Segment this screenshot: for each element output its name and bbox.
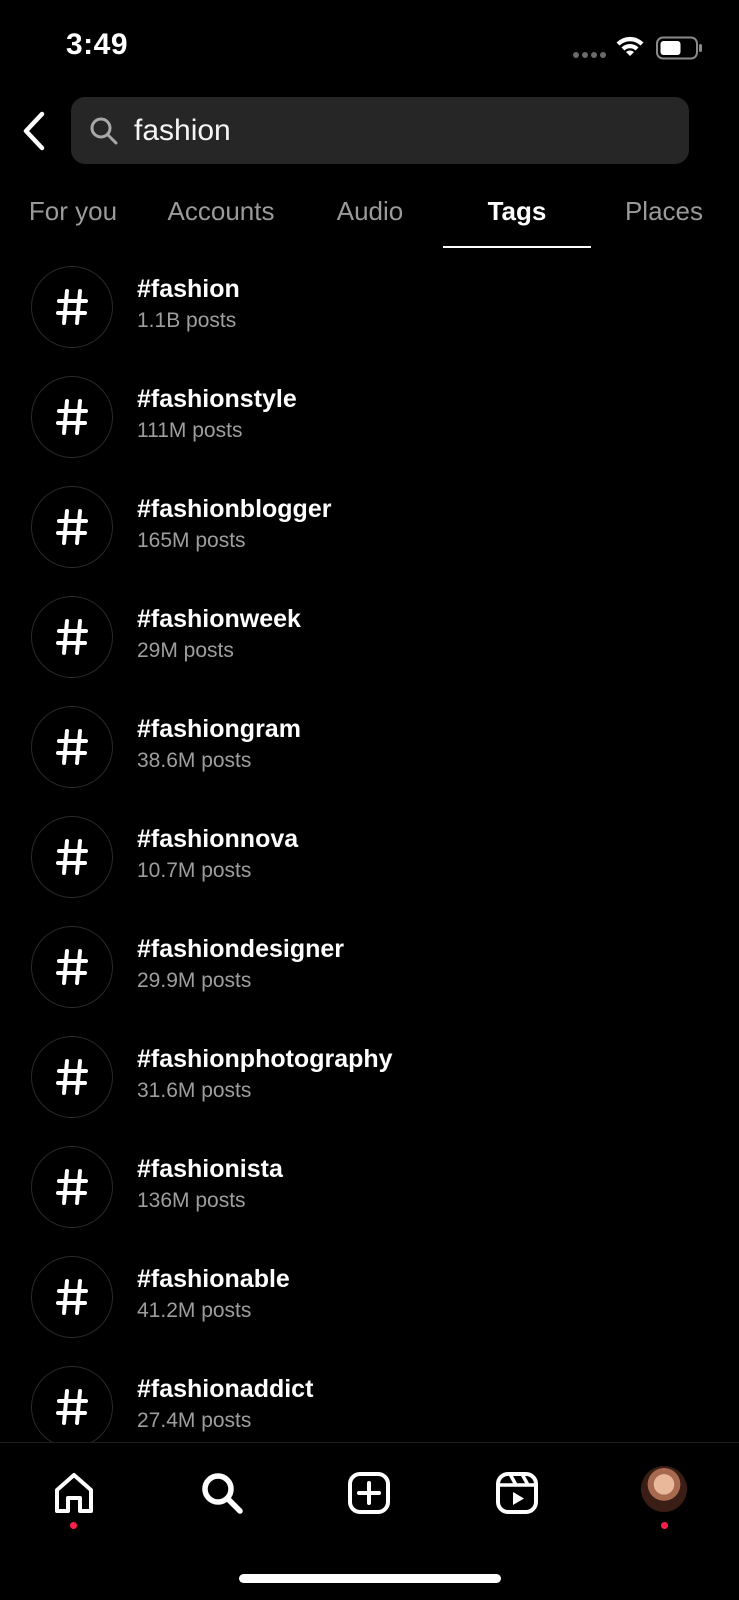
hashtag-icon <box>31 1146 113 1228</box>
hashtag-icon <box>31 1256 113 1338</box>
tag-post-count: 136M posts <box>137 1189 246 1212</box>
hashtag-icon <box>31 596 113 678</box>
tag-name: #fashionblogger <box>137 495 332 523</box>
tag-post-count: 27.4M posts <box>137 1409 252 1432</box>
tag-post-count: 165M posts <box>137 529 246 552</box>
tab-for-you[interactable]: For you <box>8 190 138 252</box>
tag-name: #fashiongram <box>137 715 301 743</box>
hashtag-icon <box>31 1036 113 1118</box>
search-screen: 3:49 fashion For you Accounts Audio Tags… <box>0 0 739 1600</box>
tag-row[interactable]: #fashiondesigner 29.9M posts <box>0 917 739 1027</box>
tag-post-count: 29.9M posts <box>137 969 252 992</box>
tab-audio[interactable]: Audio <box>310 190 430 252</box>
tag-results-list: #fashion 1.1B posts #fashionstyle 111M post… <box>0 257 739 1442</box>
hashtag-icon <box>31 376 113 458</box>
tag-name: #fashionstyle <box>137 385 297 413</box>
active-tab-indicator <box>443 246 591 248</box>
tag-name: #fashionphotography <box>137 1045 393 1073</box>
tag-row[interactable]: #fashionphotography 31.6M posts <box>0 1027 739 1137</box>
hashtag-icon <box>31 266 113 348</box>
tag-post-count: 31.6M posts <box>137 1079 252 1102</box>
hashtag-icon <box>31 926 113 1008</box>
search-tabs: For you Accounts Audio Tags Places <box>0 190 739 252</box>
tag-row[interactable]: #fashionista 136M posts <box>0 1137 739 1247</box>
tag-name: #fashion <box>137 275 240 303</box>
tag-row[interactable]: #fashionweek 29M posts <box>0 587 739 697</box>
tag-row[interactable]: #fashion 1.1B posts <box>0 257 739 367</box>
profile-notification-dot <box>661 1522 668 1529</box>
tag-post-count: 10.7M posts <box>137 859 252 882</box>
home-notification-dot <box>70 1522 77 1529</box>
tab-tags[interactable]: Tags <box>443 190 591 252</box>
tag-row[interactable]: #fashiongram 38.6M posts <box>0 697 739 807</box>
tab-places[interactable]: Places <box>604 190 724 252</box>
hashtag-icon <box>31 706 113 788</box>
tag-row[interactable]: #fashionable 41.2M posts <box>0 1247 739 1357</box>
profile-avatar[interactable] <box>641 1466 687 1512</box>
tag-post-count: 38.6M posts <box>137 749 252 772</box>
tag-post-count: 29M posts <box>137 639 234 662</box>
search-query-text: fashion <box>134 113 231 147</box>
status-time: 3:49 <box>66 28 129 61</box>
tab-accounts[interactable]: Accounts <box>151 190 291 252</box>
hashtag-icon <box>31 1366 113 1442</box>
tag-post-count: 41.2M posts <box>137 1299 252 1322</box>
hashtag-icon <box>31 816 113 898</box>
search-icon[interactable] <box>196 1467 248 1519</box>
hashtag-icon <box>31 486 113 568</box>
home-indicator[interactable] <box>239 1574 501 1583</box>
search-input[interactable]: fashion <box>71 97 689 164</box>
tag-name: #fashionista <box>137 1155 283 1183</box>
tag-row[interactable]: #fashionnova 10.7M posts <box>0 807 739 917</box>
tag-row[interactable]: #fashionaddict 27.4M posts <box>0 1357 739 1442</box>
tag-post-count: 111M posts <box>137 419 243 442</box>
tag-name: #fashiondesigner <box>137 935 344 963</box>
status-bar: 3:49 <box>0 0 739 90</box>
create-post-icon[interactable] <box>343 1467 395 1519</box>
tag-row[interactable]: #fashionblogger 165M posts <box>0 477 739 587</box>
magnifier-icon <box>90 117 118 144</box>
tag-name: #fashionweek <box>137 605 301 633</box>
battery-icon <box>656 36 702 60</box>
wifi-icon <box>616 36 644 56</box>
back-arrow-icon[interactable] <box>16 108 52 154</box>
tag-row[interactable]: #fashionstyle 111M posts <box>0 367 739 477</box>
tag-name: #fashionaddict <box>137 1375 314 1403</box>
tag-post-count: 1.1B posts <box>137 309 237 332</box>
cellular-signal-icon <box>573 52 606 58</box>
tag-name: #fashionable <box>137 1265 290 1293</box>
reels-icon[interactable] <box>491 1467 543 1519</box>
tag-name: #fashionnova <box>137 825 299 853</box>
home-icon[interactable] <box>48 1467 100 1519</box>
